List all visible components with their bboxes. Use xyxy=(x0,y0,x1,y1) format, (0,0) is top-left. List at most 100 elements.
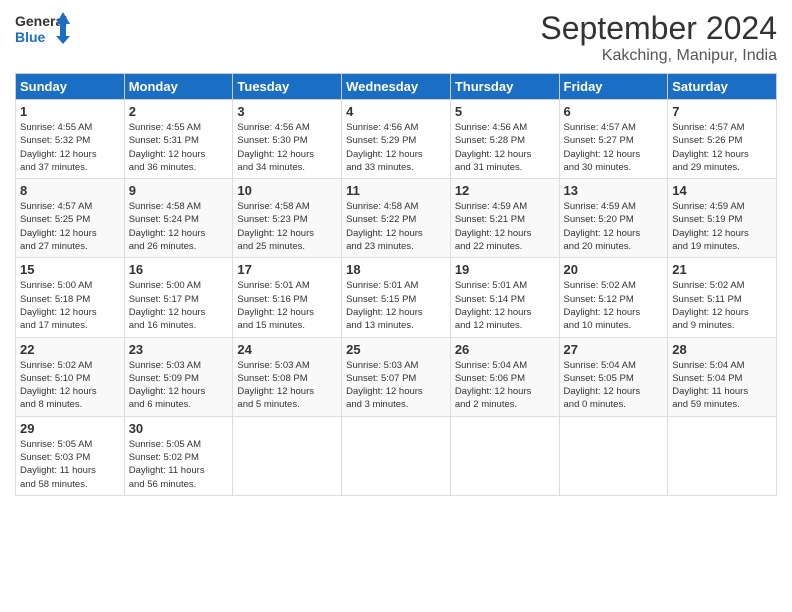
col-wednesday: Wednesday xyxy=(342,74,451,100)
col-thursday: Thursday xyxy=(450,74,559,100)
day-number: 29 xyxy=(20,421,120,436)
day-number: 16 xyxy=(129,262,229,277)
calendar-day-cell xyxy=(342,416,451,495)
day-info: Sunrise: 4:59 AMSunset: 5:21 PMDaylight:… xyxy=(455,200,555,253)
calendar-day-cell: 20 Sunrise: 5:02 AMSunset: 5:12 PMDayligh… xyxy=(559,258,668,337)
calendar-day-cell: 17 Sunrise: 5:01 AMSunset: 5:16 PMDayligh… xyxy=(233,258,342,337)
day-info: Sunrise: 4:56 AMSunset: 5:28 PMDaylight:… xyxy=(455,121,555,174)
day-number: 7 xyxy=(672,104,772,119)
col-friday: Friday xyxy=(559,74,668,100)
calendar-week-row: 29 Sunrise: 5:05 AMSunset: 5:03 PMDayligh… xyxy=(16,416,777,495)
day-info: Sunrise: 4:55 AMSunset: 5:32 PMDaylight:… xyxy=(20,121,120,174)
calendar-day-cell: 19 Sunrise: 5:01 AMSunset: 5:14 PMDayligh… xyxy=(450,258,559,337)
calendar-day-cell xyxy=(668,416,777,495)
calendar-day-cell: 11 Sunrise: 4:58 AMSunset: 5:22 PMDayligh… xyxy=(342,179,451,258)
day-number: 27 xyxy=(564,342,664,357)
calendar-day-cell: 12 Sunrise: 4:59 AMSunset: 5:21 PMDayligh… xyxy=(450,179,559,258)
calendar-day-cell: 23Sunrise: 5:03 AMSunset: 5:09 PMDayligh… xyxy=(124,337,233,416)
day-number: 3 xyxy=(237,104,337,119)
day-info: Sunrise: 5:03 AMSunset: 5:08 PMDaylight:… xyxy=(237,359,337,412)
calendar-day-cell: 26Sunrise: 5:04 AMSunset: 5:06 PMDayligh… xyxy=(450,337,559,416)
calendar-day-cell: 25 Sunrise: 5:03 AMSunset: 5:07 PMDayligh… xyxy=(342,337,451,416)
day-info: Sunrise: 5:04 AMSunset: 5:04 PMDaylight:… xyxy=(672,359,772,412)
day-number: 14 xyxy=(672,183,772,198)
calendar-week-row: 22Sunrise: 5:02 AMSunset: 5:10 PMDayligh… xyxy=(16,337,777,416)
day-info: Sunrise: 4:55 AMSunset: 5:31 PMDaylight:… xyxy=(129,121,229,174)
day-number: 13 xyxy=(564,183,664,198)
day-number: 2 xyxy=(129,104,229,119)
day-number: 17 xyxy=(237,262,337,277)
calendar-day-cell: 15 Sunrise: 5:00 AMSunset: 5:18 PMDayligh… xyxy=(16,258,125,337)
calendar-day-cell: 6Sunrise: 4:57 AMSunset: 5:27 PMDaylight… xyxy=(559,100,668,179)
day-number: 30 xyxy=(129,421,229,436)
day-number: 20 xyxy=(564,262,664,277)
calendar-day-cell: 1 Sunrise: 4:55 AMSunset: 5:32 PMDaylight… xyxy=(16,100,125,179)
day-info: Sunrise: 5:01 AMSunset: 5:14 PMDaylight:… xyxy=(455,279,555,332)
logo-svg: General Blue xyxy=(15,10,70,50)
day-info: Sunrise: 4:58 AMSunset: 5:22 PMDaylight:… xyxy=(346,200,446,253)
day-number: 12 xyxy=(455,183,555,198)
day-info: Sunrise: 4:56 AMSunset: 5:29 PMDaylight:… xyxy=(346,121,446,174)
day-number: 5 xyxy=(455,104,555,119)
calendar-day-cell: 9Sunrise: 4:58 AMSunset: 5:24 PMDaylight… xyxy=(124,179,233,258)
day-info: Sunrise: 5:03 AMSunset: 5:09 PMDaylight:… xyxy=(129,359,229,412)
svg-text:Blue: Blue xyxy=(15,29,46,45)
calendar-day-cell: 5 Sunrise: 4:56 AMSunset: 5:28 PMDaylight… xyxy=(450,100,559,179)
calendar-day-cell: 16 Sunrise: 5:00 AMSunset: 5:17 PMDayligh… xyxy=(124,258,233,337)
day-number: 25 xyxy=(346,342,446,357)
calendar-day-cell: 10 Sunrise: 4:58 AMSunset: 5:23 PMDayligh… xyxy=(233,179,342,258)
calendar-day-cell: 3 Sunrise: 4:56 AMSunset: 5:30 PMDaylight… xyxy=(233,100,342,179)
day-number: 28 xyxy=(672,342,772,357)
day-number: 15 xyxy=(20,262,120,277)
day-number: 9 xyxy=(129,183,229,198)
day-info: Sunrise: 5:04 AMSunset: 5:05 PMDaylight:… xyxy=(564,359,664,412)
col-monday: Monday xyxy=(124,74,233,100)
day-info: Sunrise: 5:01 AMSunset: 5:16 PMDaylight:… xyxy=(237,279,337,332)
day-number: 11 xyxy=(346,183,446,198)
day-info: Sunrise: 5:00 AMSunset: 5:17 PMDaylight:… xyxy=(129,279,229,332)
day-info: Sunrise: 4:57 AMSunset: 5:27 PMDaylight:… xyxy=(564,121,664,174)
calendar-day-cell xyxy=(559,416,668,495)
day-info: Sunrise: 5:05 AMSunset: 5:03 PMDaylight:… xyxy=(20,438,120,491)
day-info: Sunrise: 4:58 AMSunset: 5:23 PMDaylight:… xyxy=(237,200,337,253)
day-info: Sunrise: 4:59 AMSunset: 5:19 PMDaylight:… xyxy=(672,200,772,253)
day-info: Sunrise: 4:56 AMSunset: 5:30 PMDaylight:… xyxy=(237,121,337,174)
day-number: 24 xyxy=(237,342,337,357)
location-subtitle: Kakching, Manipur, India xyxy=(540,47,777,65)
day-number: 10 xyxy=(237,183,337,198)
calendar-day-cell: 8 Sunrise: 4:57 AMSunset: 5:25 PMDaylight… xyxy=(16,179,125,258)
calendar-day-cell xyxy=(233,416,342,495)
day-number: 22 xyxy=(20,342,120,357)
day-info: Sunrise: 5:05 AMSunset: 5:02 PMDaylight:… xyxy=(129,438,229,491)
calendar-day-cell: 13Sunrise: 4:59 AMSunset: 5:20 PMDayligh… xyxy=(559,179,668,258)
calendar-day-cell: 18 Sunrise: 5:01 AMSunset: 5:15 PMDayligh… xyxy=(342,258,451,337)
calendar-week-row: 1 Sunrise: 4:55 AMSunset: 5:32 PMDaylight… xyxy=(16,100,777,179)
day-info: Sunrise: 4:57 AMSunset: 5:26 PMDaylight:… xyxy=(672,121,772,174)
calendar-week-row: 15 Sunrise: 5:00 AMSunset: 5:18 PMDayligh… xyxy=(16,258,777,337)
day-number: 18 xyxy=(346,262,446,277)
day-info: Sunrise: 5:02 AMSunset: 5:12 PMDaylight:… xyxy=(564,279,664,332)
calendar-day-cell: 2 Sunrise: 4:55 AMSunset: 5:31 PMDaylight… xyxy=(124,100,233,179)
calendar-day-cell: 29 Sunrise: 5:05 AMSunset: 5:03 PMDayligh… xyxy=(16,416,125,495)
day-info: Sunrise: 5:00 AMSunset: 5:18 PMDaylight:… xyxy=(20,279,120,332)
day-number: 26 xyxy=(455,342,555,357)
logo: General Blue xyxy=(15,10,70,50)
day-number: 8 xyxy=(20,183,120,198)
day-info: Sunrise: 5:03 AMSunset: 5:07 PMDaylight:… xyxy=(346,359,446,412)
calendar-day-cell: 30 Sunrise: 5:05 AMSunset: 5:02 PMDayligh… xyxy=(124,416,233,495)
calendar-day-cell: 4Sunrise: 4:56 AMSunset: 5:29 PMDaylight… xyxy=(342,100,451,179)
calendar-day-cell: 27 Sunrise: 5:04 AMSunset: 5:05 PMDayligh… xyxy=(559,337,668,416)
calendar-table: Sunday Monday Tuesday Wednesday Thursday… xyxy=(15,73,777,496)
calendar-day-cell xyxy=(450,416,559,495)
calendar-day-cell: 28 Sunrise: 5:04 AMSunset: 5:04 PMDayligh… xyxy=(668,337,777,416)
day-number: 19 xyxy=(455,262,555,277)
header-row: Sunday Monday Tuesday Wednesday Thursday… xyxy=(16,74,777,100)
month-title: September 2024 xyxy=(540,10,777,47)
calendar-day-cell: 14 Sunrise: 4:59 AMSunset: 5:19 PMDayligh… xyxy=(668,179,777,258)
day-number: 1 xyxy=(20,104,120,119)
col-saturday: Saturday xyxy=(668,74,777,100)
calendar-day-cell: 24 Sunrise: 5:03 AMSunset: 5:08 PMDayligh… xyxy=(233,337,342,416)
day-info: Sunrise: 4:57 AMSunset: 5:25 PMDaylight:… xyxy=(20,200,120,253)
day-info: Sunrise: 5:01 AMSunset: 5:15 PMDaylight:… xyxy=(346,279,446,332)
calendar-week-row: 8 Sunrise: 4:57 AMSunset: 5:25 PMDaylight… xyxy=(16,179,777,258)
